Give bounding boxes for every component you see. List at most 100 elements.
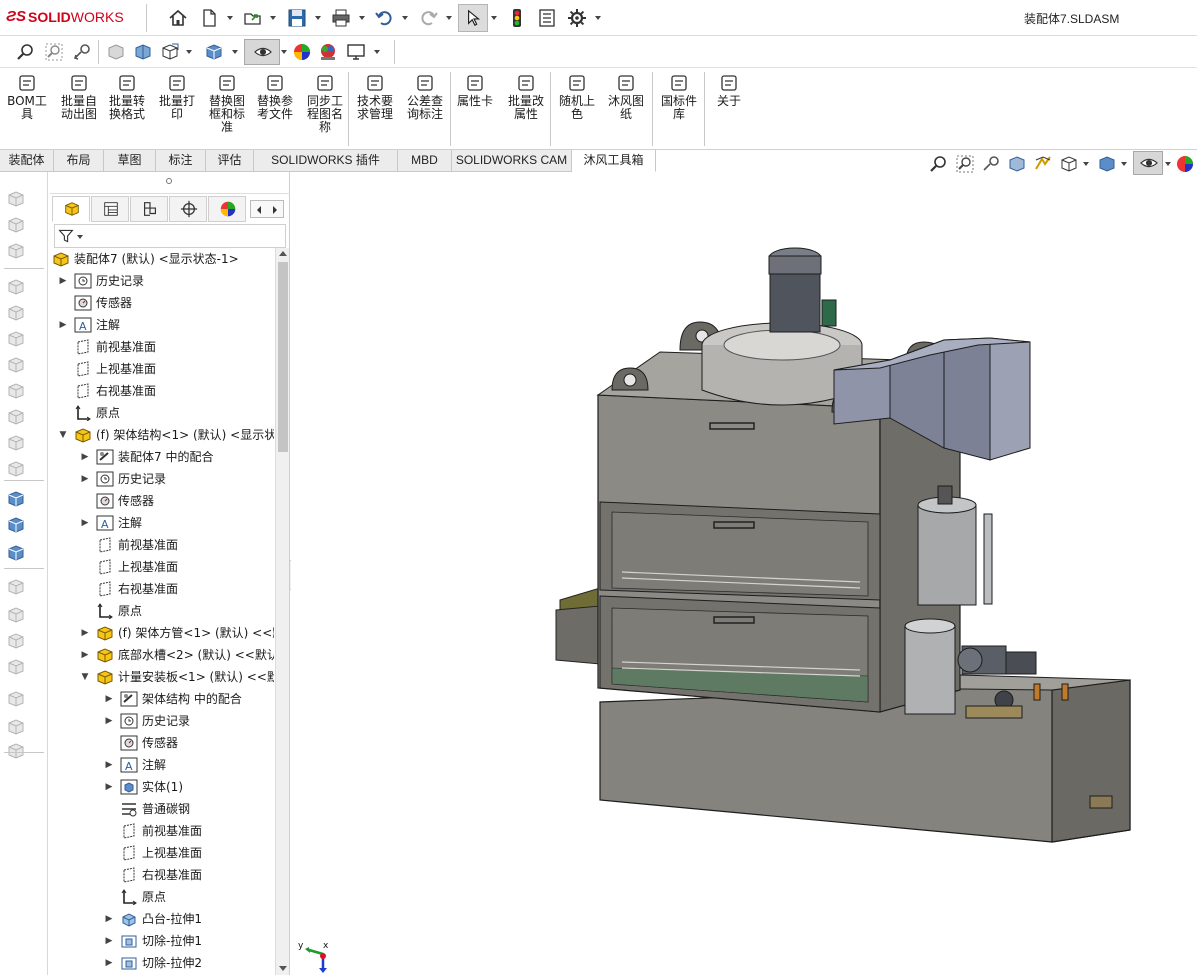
select-tool-button[interactable] xyxy=(458,4,488,32)
expand-arrow-icon[interactable]: ▶ xyxy=(104,710,114,732)
tree-node[interactable]: 前视基准面 xyxy=(50,820,274,842)
hide-show-items-button[interactable] xyxy=(244,39,280,65)
expand-arrow-icon[interactable]: ▶ xyxy=(58,314,68,336)
new-motion-study-icon[interactable] xyxy=(6,408,26,426)
exploded-view-icon[interactable] xyxy=(6,460,26,478)
tree-node[interactable]: 右视基准面 xyxy=(50,864,274,886)
view-settings-caret-icon[interactable] xyxy=(374,50,380,54)
mass-properties-icon[interactable] xyxy=(6,718,26,736)
hud-display-style-icon[interactable] xyxy=(1097,154,1117,174)
tree-node[interactable]: 上视基准面 xyxy=(50,358,274,380)
hud-hide-show-caret-icon[interactable] xyxy=(1165,162,1171,166)
tree-node[interactable]: ▶ 实体(1) xyxy=(50,776,274,798)
reference-geometry-icon[interactable] xyxy=(6,382,26,400)
hud-zoom-area-icon[interactable] xyxy=(955,154,975,174)
panel-tab-scroller[interactable] xyxy=(250,200,284,218)
options-gear-icon[interactable] xyxy=(567,8,587,28)
ribbon-button-2[interactable]: 批量自动出图批量自动出图 xyxy=(56,74,102,121)
tab-feature-manager[interactable] xyxy=(52,196,90,222)
ribbon-button-14[interactable]: 国标件库国标件库 xyxy=(654,74,704,121)
hud-display-style-caret-icon[interactable] xyxy=(1121,162,1127,166)
tree-node[interactable]: 前视基准面 xyxy=(50,534,274,556)
scroll-up-icon[interactable] xyxy=(279,251,287,256)
tree-node[interactable]: ▶ 历史记录 xyxy=(50,270,274,292)
expand-arrow-icon[interactable]: ▶ xyxy=(80,644,90,666)
large-assembly-icon[interactable] xyxy=(6,578,26,596)
tab-3[interactable]: 草图 xyxy=(104,150,156,172)
expand-arrow-icon[interactable]: ▶ xyxy=(58,270,68,292)
expand-arrow-icon[interactable]: ▶ xyxy=(104,688,114,710)
ribbon-button-4[interactable]: 批量打印批量打印 xyxy=(154,74,200,121)
file-properties-icon[interactable] xyxy=(537,8,557,28)
filter-funnel-icon[interactable] xyxy=(58,228,74,244)
expand-arrow-icon[interactable]: ▶ xyxy=(104,776,114,798)
tab-display-manager[interactable] xyxy=(208,196,246,222)
ribbon-button-9[interactable]: 公差查询标注公差查询标注 xyxy=(402,74,448,121)
tree-node[interactable]: 上视基准面 xyxy=(50,842,274,864)
assembly-model-3d[interactable] xyxy=(291,172,1197,975)
panel-grip-icon[interactable] xyxy=(166,178,172,184)
tab-dimxpert-manager[interactable] xyxy=(169,196,207,222)
display-style-icon[interactable] xyxy=(204,42,224,62)
smart-fasteners-icon[interactable] xyxy=(6,278,26,296)
ribbon-button-13[interactable]: 沐风图纸沐风图纸 xyxy=(602,74,650,121)
view-orientation-icon[interactable] xyxy=(160,42,180,62)
apply-scene-icon[interactable] xyxy=(318,42,338,62)
tab-9[interactable]: 沐风工具箱 xyxy=(572,150,656,172)
hud-dynamic-annotation-icon[interactable] xyxy=(1033,154,1053,174)
ribbon-button-8[interactable]: 技术要求管理技术要求管理 xyxy=(352,74,398,121)
tree-node[interactable]: 上视基准面 xyxy=(50,556,274,578)
tree-scrollbar[interactable] xyxy=(275,248,289,975)
scroll-right-icon[interactable] xyxy=(273,206,277,214)
bill-of-materials-icon[interactable] xyxy=(6,434,26,452)
clearance-icon[interactable] xyxy=(6,632,26,650)
insert-component-icon[interactable] xyxy=(6,190,26,208)
hole-alignment-icon[interactable] xyxy=(6,658,26,676)
mate-icon[interactable] xyxy=(6,216,26,234)
expand-arrow-icon[interactable]: ▶ xyxy=(104,930,114,952)
scroll-down-icon[interactable] xyxy=(279,966,287,971)
collapse-arrow-icon[interactable]: ▼ xyxy=(80,666,90,688)
hud-section-view-icon[interactable] xyxy=(1007,154,1027,174)
tree-node[interactable]: 普通碳钢 xyxy=(50,798,274,820)
tree-node[interactable]: ▶ A 注解 xyxy=(50,754,274,776)
tree-node[interactable]: 原点 xyxy=(50,600,274,622)
tree-node[interactable]: ▶ 切除-拉伸1 xyxy=(50,930,274,952)
hide-show-caret-icon[interactable] xyxy=(281,50,287,54)
options-dropdown-caret-icon[interactable] xyxy=(595,16,601,20)
zoom-to-area-icon[interactable] xyxy=(44,42,64,62)
tab-4[interactable]: 标注 xyxy=(156,150,206,172)
tab-2[interactable]: 布局 xyxy=(54,150,104,172)
ribbon-button-11[interactable]: 批量改属性批量改属性 xyxy=(502,74,550,121)
section-properties-icon[interactable] xyxy=(6,742,26,760)
tab-1[interactable]: 装配体 xyxy=(0,150,54,172)
tree-node[interactable]: ▼ 计量安装板<1> (默认) <<默 xyxy=(50,666,274,688)
rebuild-traffic-light-icon[interactable] xyxy=(507,8,527,28)
ribbon-button-6[interactable]: 替换参考文件替换参考文件 xyxy=(250,74,300,121)
solidworks-logo[interactable]: ƧS SOLIDWORKS xyxy=(6,8,142,28)
expand-arrow-icon[interactable]: ▶ xyxy=(80,446,90,468)
hud-previous-view-icon[interactable] xyxy=(981,154,1001,174)
tab-7[interactable]: MBD xyxy=(398,150,452,172)
new-document-icon[interactable] xyxy=(199,8,219,28)
measure-icon[interactable] xyxy=(6,690,26,708)
tree-node[interactable]: ▶ 底部水槽<2> (默认) <<默认 xyxy=(50,644,274,666)
tree-node[interactable]: ▶ 架体结构 中的配合 xyxy=(50,688,274,710)
tree-node[interactable]: 传感器 xyxy=(50,732,274,754)
open-dropdown-caret-icon[interactable] xyxy=(270,16,276,20)
print-icon[interactable] xyxy=(331,8,351,28)
tree-node[interactable]: 装配体7 (默认) <显示状态-1> xyxy=(50,248,274,270)
tab-5[interactable]: 评估 xyxy=(206,150,254,172)
graphics-area[interactable]: y x xyxy=(291,151,1197,975)
assembly-features-icon[interactable] xyxy=(6,356,26,374)
expand-arrow-icon[interactable]: ▶ xyxy=(80,512,90,534)
update-speedpak-icon[interactable] xyxy=(6,516,26,534)
ribbon-button-10[interactable]: 属性卡属性卡 xyxy=(452,74,498,108)
dynamic-annotation-icon[interactable] xyxy=(133,42,153,62)
ribbon-button-7[interactable]: 同步工程图名称同步工程图名称 xyxy=(300,74,350,134)
edit-appearance-icon[interactable] xyxy=(292,42,312,62)
redo-icon[interactable] xyxy=(419,8,439,28)
tab-property-manager[interactable] xyxy=(91,196,129,222)
hud-appearance-icon[interactable] xyxy=(1175,154,1195,174)
tree-node[interactable]: ▶ 历史记录 xyxy=(50,710,274,732)
